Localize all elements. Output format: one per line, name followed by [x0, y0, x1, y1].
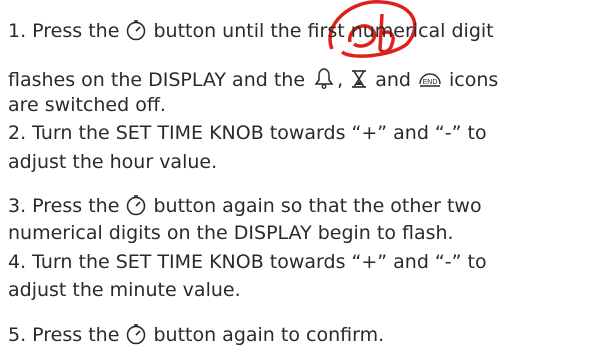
end-icon: END: [417, 68, 443, 90]
step-1-line-2-text-a: flashes on the DISPLAY and the: [8, 69, 312, 91]
bell-icon: [311, 66, 337, 90]
stopwatch-icon: [125, 19, 147, 41]
step-5-text-b: button again to confirm.: [147, 324, 385, 346]
step-1-line-3: are switched off.: [8, 94, 166, 116]
step-3-text-a: 3. Press the: [8, 195, 126, 217]
step-2-line-2: adjust the hour value.: [8, 151, 218, 173]
step-4-line-1: 4. Turn the SET TIME KNOB towards “+” an…: [8, 251, 487, 273]
step-5-text-a: 5. Press the: [8, 324, 126, 346]
step-1-line-2-sep: ,: [337, 69, 350, 91]
step-2-line-1: 2. Turn the SET TIME KNOB towards “+” an…: [8, 122, 487, 144]
step-3-line-1: 3. Press the button again so that the ot…: [8, 194, 482, 217]
manual-page: 1. Press the button until the first nume…: [0, 0, 614, 360]
hourglass-icon: [349, 68, 369, 90]
stopwatch-icon: [125, 323, 147, 345]
step-3-line-2: numerical digits on the DISPLAY begin to…: [8, 222, 454, 244]
step-1-line-1: 1. Press the button until the first nume…: [8, 19, 494, 42]
step-1-line-2-text-b: and: [369, 69, 417, 91]
step-4-line-2: adjust the minute value.: [8, 279, 241, 301]
step-1-line-2-text-c: icons: [442, 69, 499, 91]
partial-top-line: [8, 0, 88, 9]
step-1-text-b: button until the first numerical digit: [147, 20, 494, 42]
end-icon-text: END: [423, 79, 438, 86]
step-3-text-b: button again so that the other two: [147, 195, 482, 217]
step-1-text-a: 1. Press the: [8, 20, 126, 42]
step-5-line-1: 5. Press the button again to confirm.: [8, 323, 385, 346]
stopwatch-icon: [125, 194, 147, 216]
step-1-line-2: flashes on the DISPLAY and the , and END…: [8, 66, 499, 91]
